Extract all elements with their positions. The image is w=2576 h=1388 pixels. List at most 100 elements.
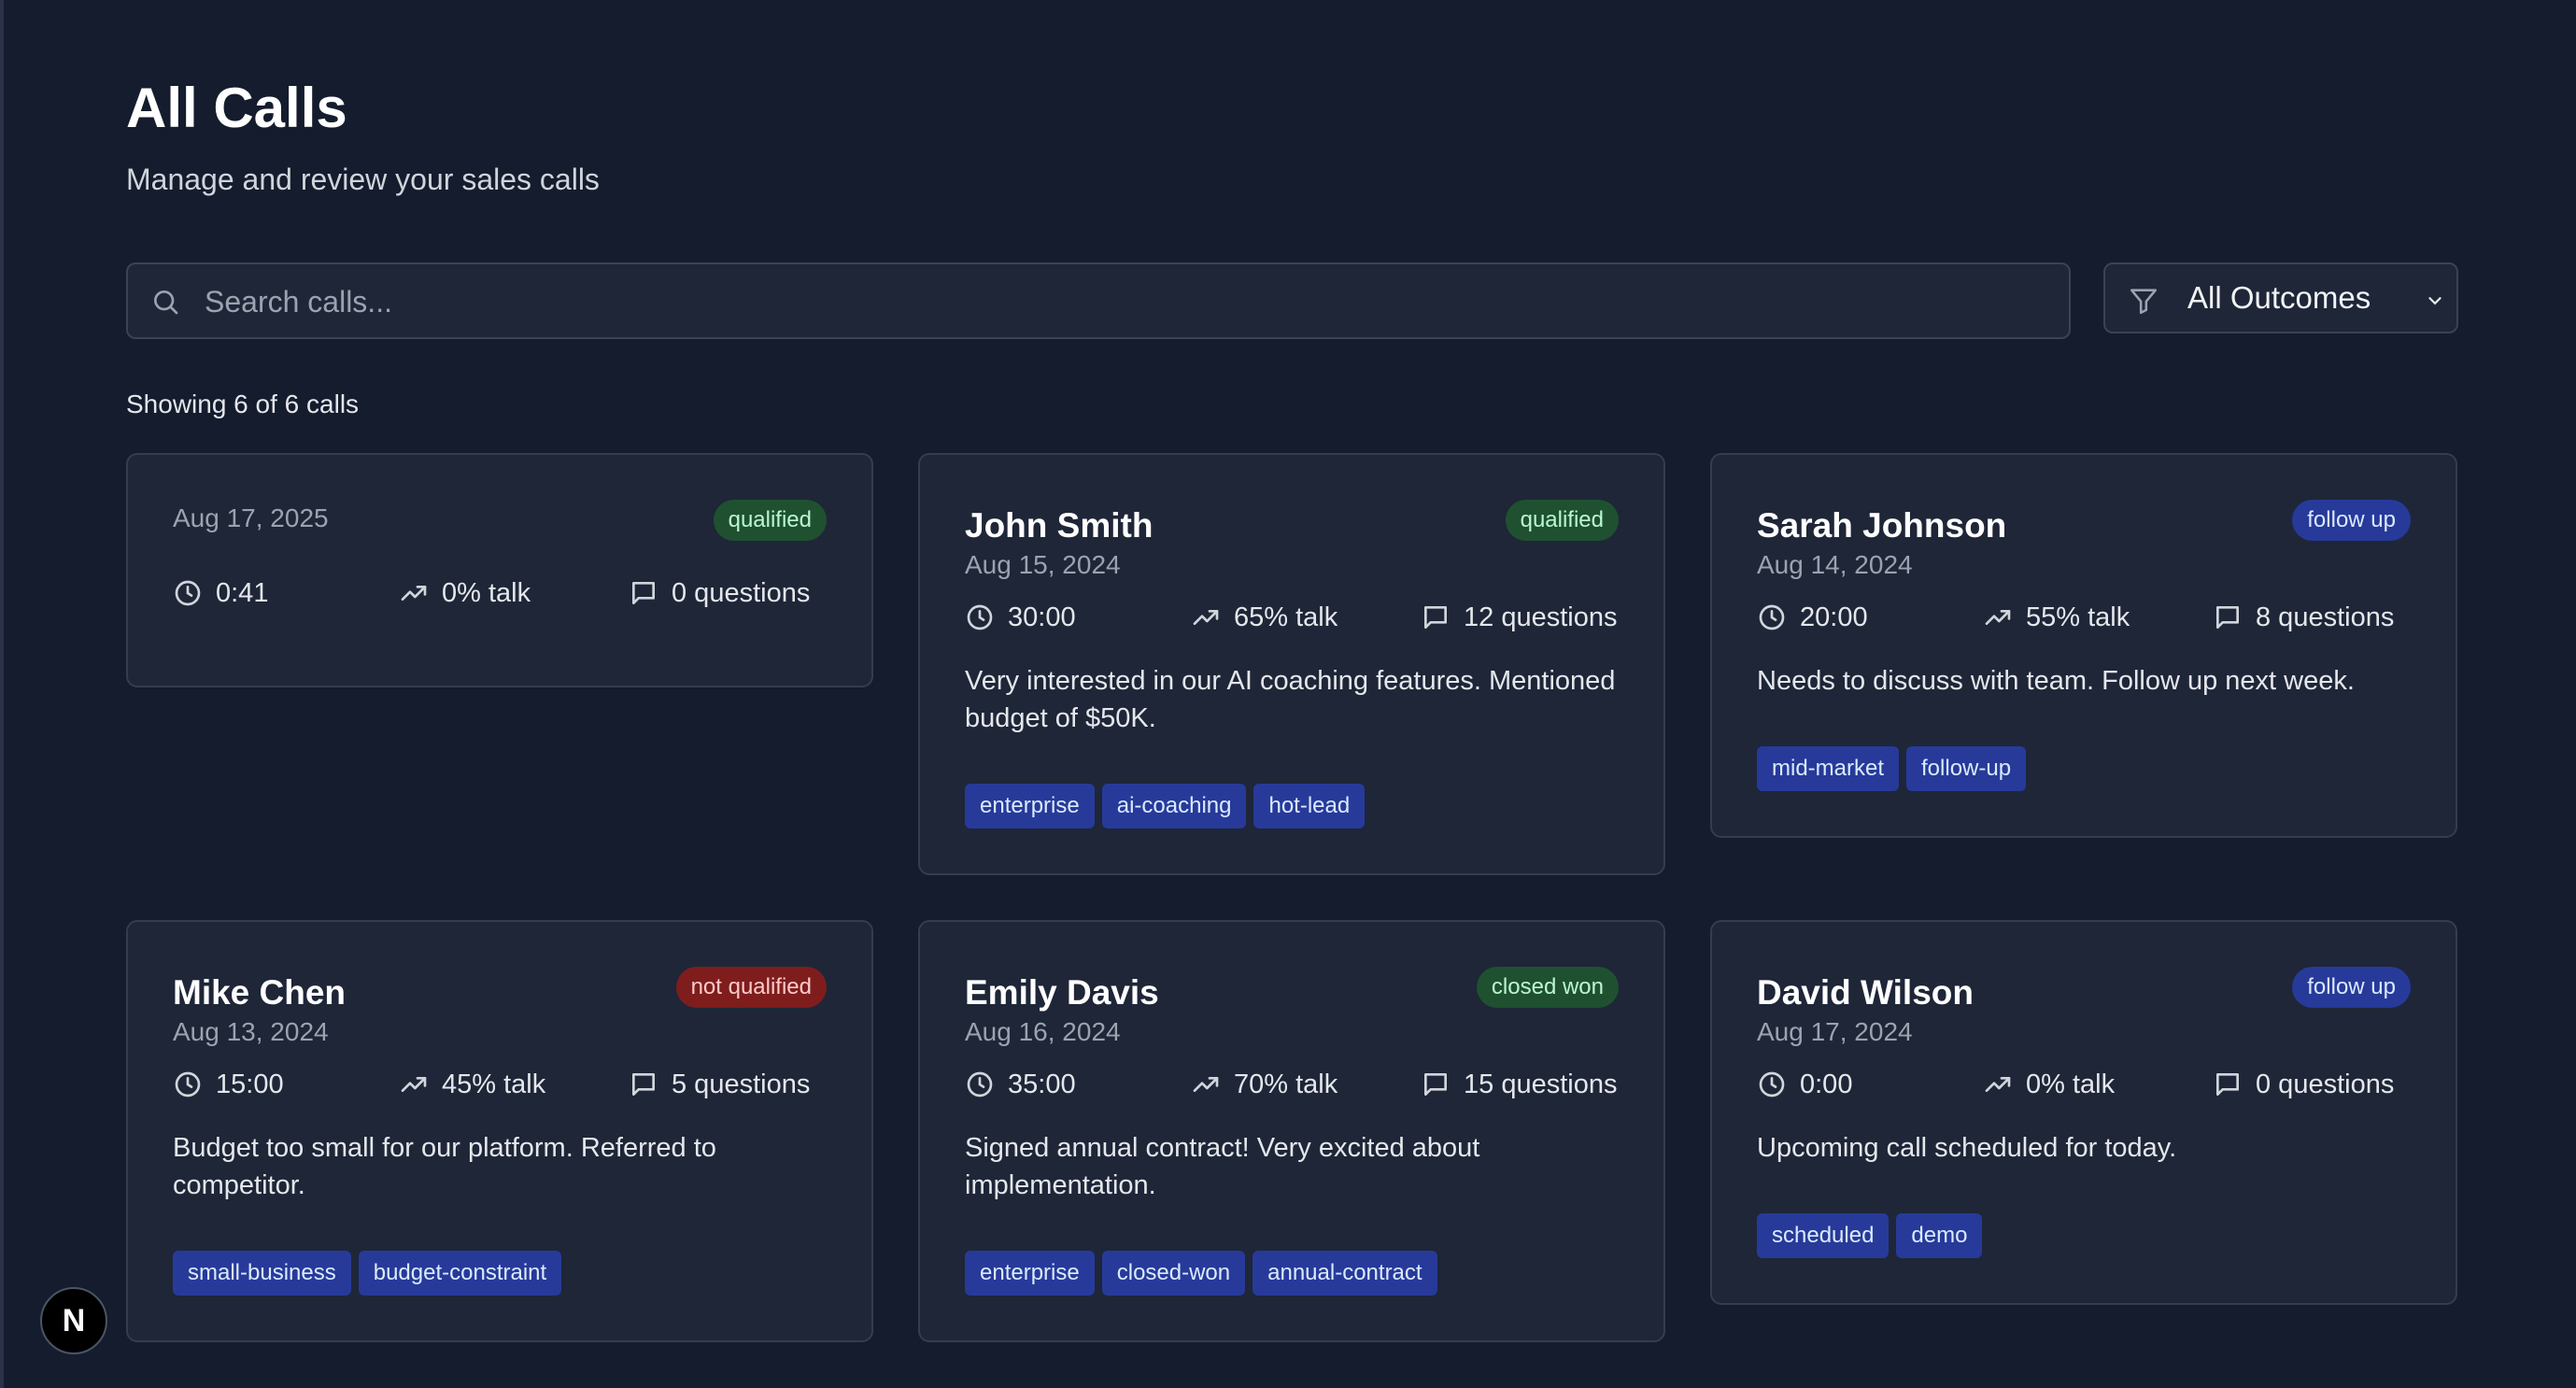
call-stats: 0:41 0% talk 0 questions — [173, 574, 830, 612]
tag: follow-up — [1906, 746, 2027, 791]
filter-icon — [2130, 289, 2158, 315]
tag-list: enterprise closed-won annual-contract — [965, 1251, 1437, 1296]
contact-name: David Wilson — [1757, 973, 1974, 1012]
tag: enterprise — [965, 784, 1095, 829]
clock-icon — [1759, 604, 1785, 630]
message-square-icon — [1424, 1073, 1447, 1096]
questions-value: 12 questions — [1464, 602, 1618, 632]
contact-name: Mike Chen — [173, 973, 347, 1012]
duration-stat: 0:41 — [173, 574, 268, 612]
call-stats: 15:00 45% talk 5 questions — [173, 1066, 830, 1103]
duration-value: 0:00 — [1800, 1069, 1853, 1099]
page-title: All Calls — [126, 77, 347, 139]
status-badge: not qualified — [675, 967, 827, 1008]
message-square-icon — [632, 582, 655, 604]
questions-stat: 0 questions — [629, 574, 810, 612]
call-notes: Very interested in our AI coaching featu… — [965, 666, 1616, 733]
tag: enterprise — [965, 1251, 1095, 1296]
call-notes: Upcoming call scheduled for today. — [1757, 1133, 2177, 1163]
tag-list: enterprise ai-coaching hot-lead — [965, 784, 1366, 829]
call-date: Aug 14, 2024 — [1757, 550, 1913, 579]
talk-value: 65% talk — [1234, 602, 1338, 632]
tag: hot-lead — [1253, 784, 1366, 829]
tag: demo — [1896, 1213, 1983, 1258]
call-card[interactable]: Sarah Johnson Aug 14, 2024 follow up 20:… — [1710, 453, 2457, 838]
contact-name: John Smith — [965, 506, 1154, 545]
outcome-filter-select[interactable]: All Outcomes — [2103, 262, 2458, 333]
nextjs-dev-tools-button[interactable]: N — [40, 1287, 107, 1354]
contact-name: Emily Davis — [965, 973, 1159, 1012]
clock-icon — [175, 580, 201, 606]
questions-value: 0 questions — [2256, 1069, 2395, 1099]
clock-icon — [967, 1071, 993, 1098]
call-date: Aug 17, 2025 — [173, 503, 329, 532]
call-card[interactable]: John Smith Aug 15, 2024 qualified 30:00 … — [918, 453, 1665, 875]
call-notes: Signed annual contract! Very excited abo… — [965, 1133, 1480, 1200]
talk-value: 55% talk — [2026, 602, 2130, 632]
talk-stat: 55% talk — [1983, 599, 2130, 636]
tag: annual-contract — [1253, 1251, 1437, 1296]
duration-stat: 0:00 — [1757, 1066, 1852, 1103]
message-square-icon — [2216, 1073, 2239, 1096]
duration-value: 15:00 — [216, 1069, 284, 1099]
clock-icon — [175, 1071, 201, 1098]
call-card[interactable]: Emily Davis Aug 16, 2024 closed won 35:0… — [918, 920, 1665, 1342]
call-date: Aug 13, 2024 — [173, 1017, 329, 1046]
search-box[interactable] — [126, 262, 2071, 339]
clock-icon — [1759, 1071, 1785, 1098]
talk-stat: 70% talk — [1191, 1066, 1338, 1103]
call-stats: 35:00 70% talk 15 questions — [965, 1066, 1622, 1103]
duration-value: 0:41 — [216, 578, 269, 608]
questions-stat: 12 questions — [1421, 599, 1617, 636]
duration-value: 20:00 — [1800, 602, 1868, 632]
trending-up-icon — [401, 586, 427, 601]
duration-value: 35:00 — [1008, 1069, 1076, 1099]
tag: small-business — [173, 1251, 351, 1296]
talk-stat: 65% talk — [1191, 599, 1338, 636]
talk-stat: 45% talk — [399, 1066, 545, 1103]
call-stats: 20:00 55% talk 8 questions — [1757, 599, 2414, 636]
results-count: Showing 6 of 6 calls — [126, 389, 360, 418]
status-badge: qualified — [713, 500, 827, 541]
status-badge: qualified — [1505, 500, 1619, 541]
duration-stat: 30:00 — [965, 599, 1076, 636]
tag-list: small-business budget-constraint — [173, 1251, 562, 1296]
tag-list: mid-market follow-up — [1757, 746, 2027, 791]
questions-stat: 0 questions — [2213, 1066, 2394, 1103]
trending-up-icon — [1193, 610, 1219, 625]
tag: mid-market — [1757, 746, 1900, 791]
call-card[interactable]: Aug 17, 2025 qualified 0:41 0% talk 0 qu… — [126, 453, 873, 687]
talk-stat: 0% talk — [399, 574, 531, 612]
chevron-down-icon — [2428, 297, 2442, 305]
call-notes: Budget too small for our platform. Refer… — [173, 1133, 716, 1200]
duration-stat: 35:00 — [965, 1066, 1076, 1103]
questions-value: 5 questions — [672, 1069, 811, 1099]
trending-up-icon — [1985, 1077, 2011, 1092]
questions-value: 15 questions — [1464, 1069, 1618, 1099]
questions-stat: 8 questions — [2213, 599, 2394, 636]
call-card[interactable]: David Wilson Aug 17, 2024 follow up 0:00… — [1710, 920, 2457, 1305]
duration-stat: 15:00 — [173, 1066, 284, 1103]
trending-up-icon — [1985, 610, 2011, 625]
call-date: Aug 16, 2024 — [965, 1017, 1121, 1046]
clock-icon — [967, 604, 993, 630]
search-input[interactable] — [203, 264, 2056, 339]
duration-stat: 20:00 — [1757, 599, 1868, 636]
call-card[interactable]: Mike Chen Aug 13, 2024 not qualified 15:… — [126, 920, 873, 1342]
nextjs-logo-icon: N — [62, 1302, 86, 1338]
tag-list: scheduled demo — [1757, 1213, 1983, 1258]
tag: budget-constraint — [358, 1251, 562, 1296]
status-badge: follow up — [2292, 967, 2411, 1008]
call-stats: 30:00 65% talk 12 questions — [965, 599, 1622, 636]
talk-value: 0% talk — [442, 578, 531, 608]
outcome-filter-value: All Outcomes — [2187, 280, 2371, 315]
status-badge: closed won — [1476, 967, 1619, 1008]
tag: ai-coaching — [1101, 784, 1247, 829]
call-date: Aug 15, 2024 — [965, 550, 1121, 579]
trending-up-icon — [401, 1077, 427, 1092]
talk-value: 0% talk — [2026, 1069, 2116, 1099]
message-square-icon — [632, 1073, 655, 1096]
trending-up-icon — [1193, 1077, 1219, 1092]
questions-value: 8 questions — [2256, 602, 2395, 632]
duration-value: 30:00 — [1008, 602, 1076, 632]
